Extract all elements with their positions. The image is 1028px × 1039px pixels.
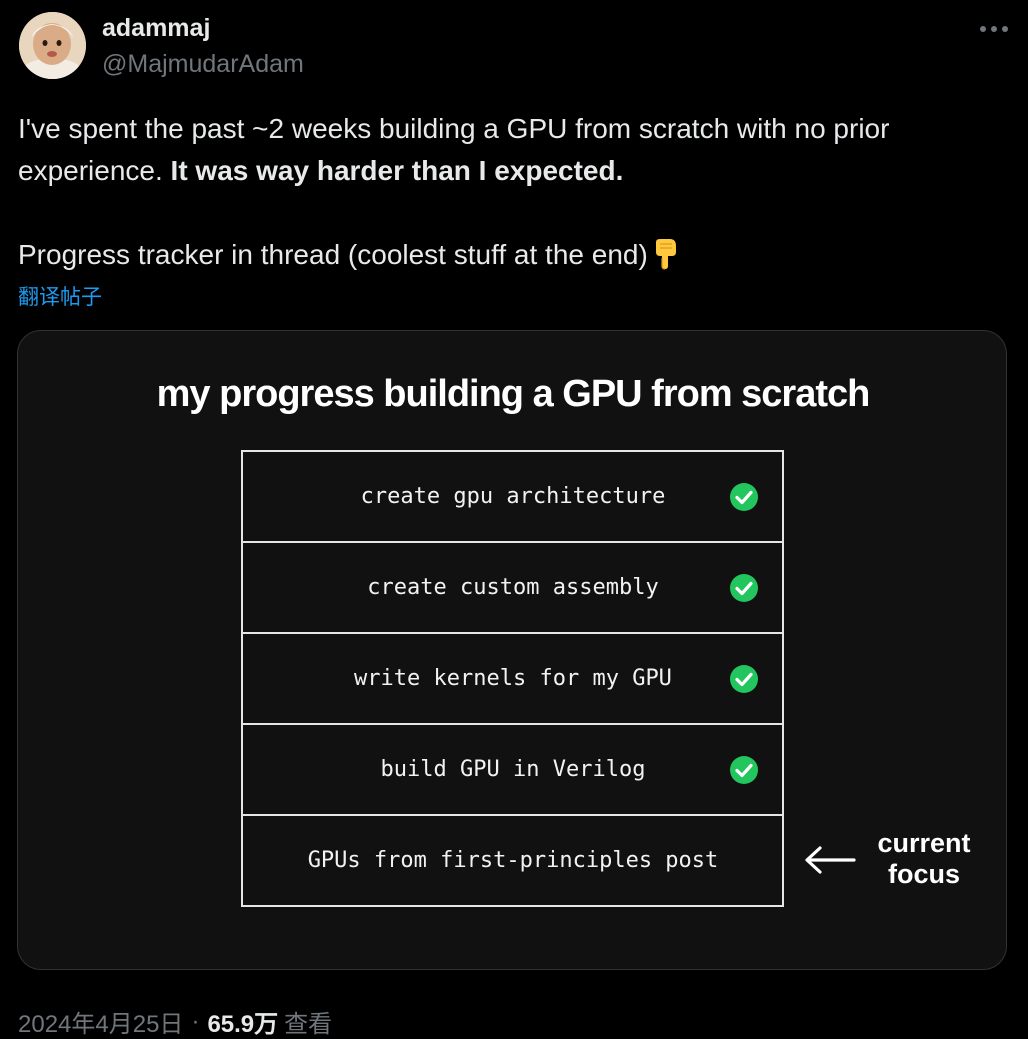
tweet-paragraph-1: I've spent the past ~2 weeks building a … (18, 108, 1008, 192)
check-complete-icon (730, 664, 758, 693)
media-image-card[interactable]: my progress building a GPU from scratch … (17, 330, 1007, 970)
focus-label-line2: focus (887, 859, 960, 889)
check-complete-icon (730, 482, 758, 511)
more-options-button[interactable] (974, 14, 1014, 44)
views-label: 查看 (284, 1011, 333, 1038)
progress-step-row: build GPU in Verilog (243, 725, 782, 816)
check-complete-icon (730, 755, 758, 784)
separator-dot: · (191, 1007, 200, 1035)
left-arrow-icon (805, 846, 856, 874)
progress-step-label: write kernels for my GPU (354, 666, 672, 691)
progress-step-row: create custom assembly (243, 543, 782, 634)
more-horizontal-icon (980, 26, 1008, 32)
progress-step-row: GPUs from first-principles post (243, 816, 782, 905)
progress-step-row: create gpu architecture (243, 452, 782, 543)
focus-label-line1: current (877, 828, 971, 858)
tweet-text-line2: Progress tracker in thread (coolest stuf… (18, 239, 648, 270)
media-title: my progress building a GPU from scratch (156, 373, 871, 415)
check-complete-icon (730, 573, 758, 602)
avatar[interactable] (19, 12, 86, 79)
tweet-paragraph-2: Progress tracker in thread (coolest stuf… (18, 234, 1008, 282)
progress-step-label: build GPU in Verilog (380, 757, 646, 782)
progress-table: create gpu architecture create custom ass… (241, 450, 784, 907)
tweet-footer: 2024年4月25日 · 65.9万 查看 (18, 1004, 332, 1039)
post-date[interactable]: 2024年4月25日 (18, 1004, 183, 1039)
progress-step-label: GPUs from first-principles post (307, 848, 719, 873)
views-count: 65.9万 (207, 1011, 279, 1038)
progress-step-label: create custom assembly (367, 575, 659, 600)
progress-step-row: write kernels for my GPU (243, 634, 782, 725)
display-name[interactable]: adammaj (102, 14, 210, 43)
translate-post-link[interactable]: 翻译帖子 (18, 281, 102, 311)
user-handle[interactable]: @MajmudarAdam (102, 50, 304, 79)
pointing-down-icon (650, 238, 680, 282)
avatar-baby-photo-icon (19, 12, 86, 79)
tweet-text: I've spent the past ~2 weeks building a … (18, 108, 1008, 282)
current-focus-label: current focus (864, 828, 984, 890)
progress-step-label: create gpu architecture (360, 484, 666, 509)
tweet-text-bold: It was way harder than I expected. (170, 155, 624, 186)
